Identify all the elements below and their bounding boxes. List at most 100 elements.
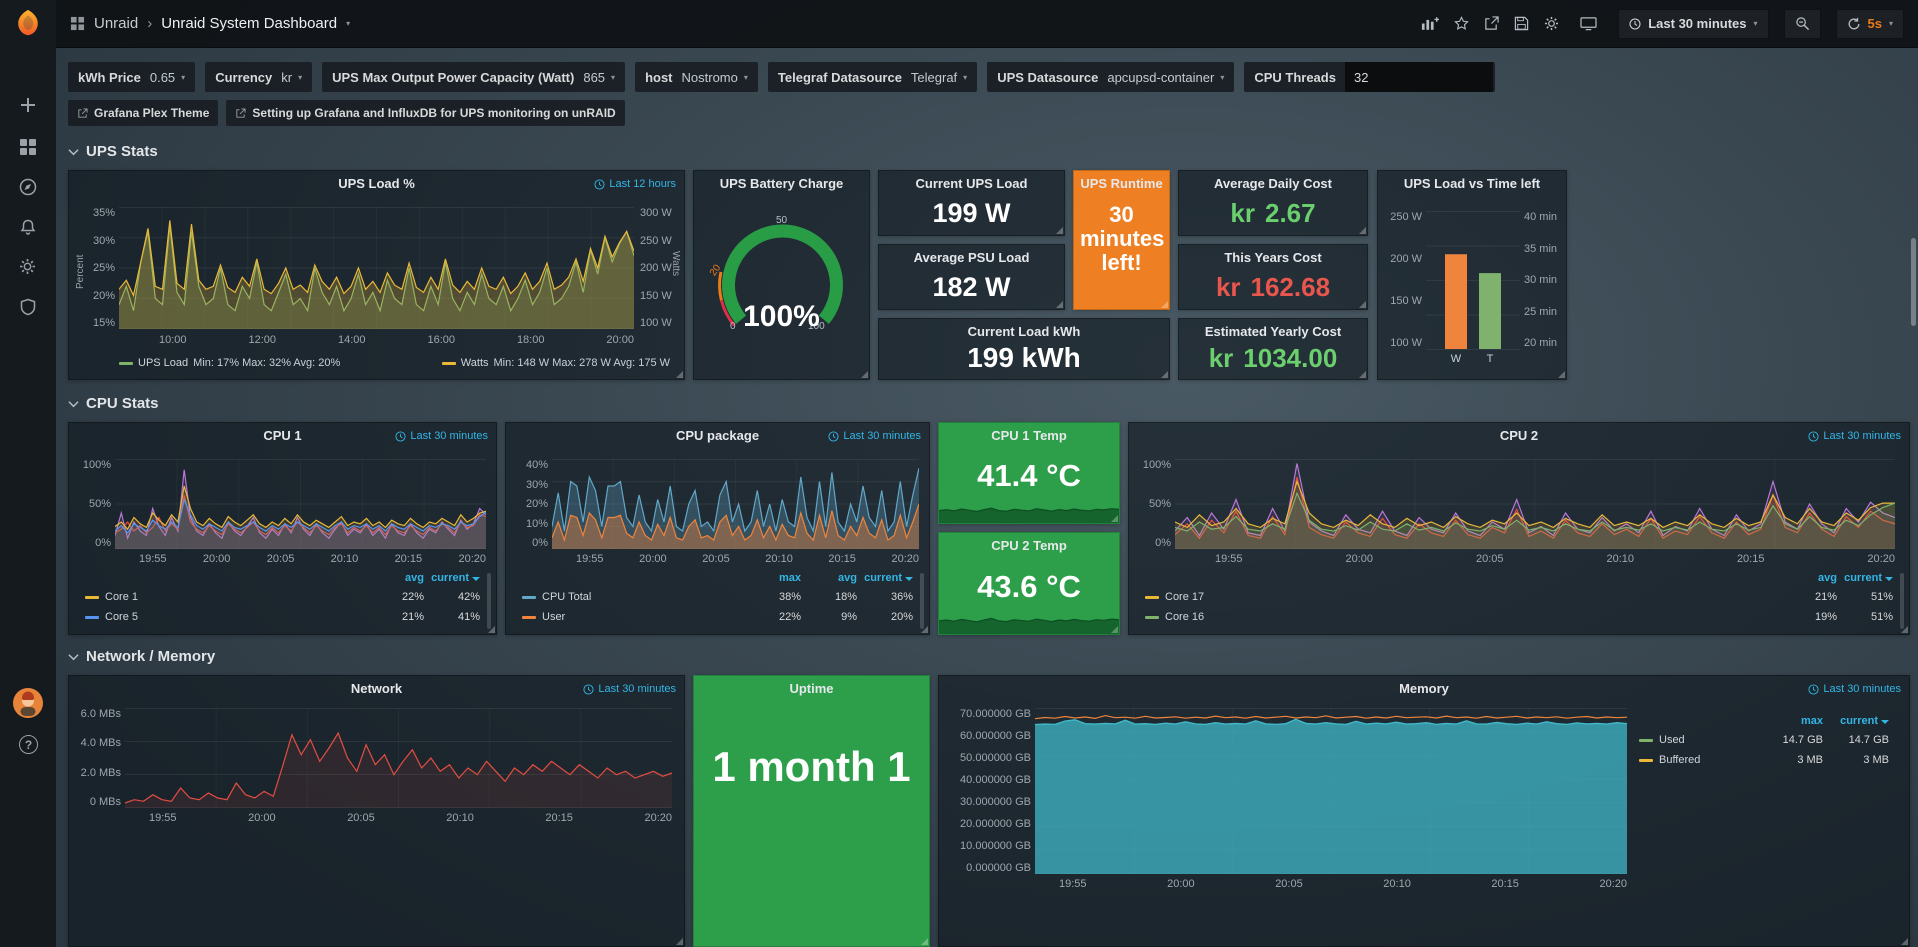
link-ups-monitoring-guide[interactable]: Setting up Grafana and InfluxDB for UPS … xyxy=(226,100,624,126)
legend-scrollbar[interactable] xyxy=(1900,573,1904,629)
legend-sort-max[interactable]: max xyxy=(1757,715,1823,727)
series-current: 42% xyxy=(424,591,480,603)
admin-shield-icon[interactable] xyxy=(19,298,37,316)
series-max: 14.7 GB xyxy=(1757,734,1823,746)
page-title[interactable]: Unraid System Dashboard xyxy=(161,15,337,32)
star-icon[interactable] xyxy=(1454,16,1469,31)
tv-mode-icon[interactable] xyxy=(1580,16,1597,31)
refresh-button[interactable]: 5s ▾ xyxy=(1836,9,1904,39)
variable-ups-datasource[interactable]: UPS Datasourceapcupsd-container▾ xyxy=(987,62,1234,92)
panel-title[interactable]: UPS Runtime xyxy=(1074,171,1169,197)
legend-sort-current[interactable]: current xyxy=(1837,572,1893,584)
series-name[interactable]: Watts xyxy=(461,357,489,369)
ups-load-chart[interactable] xyxy=(119,207,634,329)
series-color-dash xyxy=(1639,759,1653,762)
dashboards-icon[interactable] xyxy=(19,138,37,156)
x-tick: 20:05 xyxy=(1476,553,1504,565)
panel-title[interactable]: UPS Load % xyxy=(69,171,684,197)
y-axis-left: 40% 30% 20% 10% 0% xyxy=(518,459,548,549)
alerting-bell-icon[interactable] xyxy=(19,218,37,236)
variable-telegraf-datasource[interactable]: Telegraf DatasourceTelegraf▾ xyxy=(768,62,977,92)
series-name[interactable]: UPS Load xyxy=(138,357,188,369)
panel-title[interactable]: Average Daily Cost xyxy=(1179,171,1367,197)
x-tick: 18:00 xyxy=(517,334,545,346)
link-grafana-plex-theme[interactable]: Grafana Plex Theme xyxy=(68,100,218,126)
legend-sort-avg[interactable]: avg xyxy=(368,572,424,584)
add-panel-icon[interactable] xyxy=(1421,16,1439,31)
grafana-logo-icon[interactable] xyxy=(13,8,43,38)
row-header-ups-stats[interactable]: UPS Stats xyxy=(68,143,158,160)
series-name[interactable]: User xyxy=(542,611,745,623)
variable-value[interactable]: apcupsd-container xyxy=(1107,70,1214,85)
legend-sort-avg[interactable]: avg xyxy=(801,572,857,584)
series-name[interactable]: Core 17 xyxy=(1165,591,1781,603)
cpu-package-chart[interactable] xyxy=(552,459,919,549)
legend-scrollbar[interactable] xyxy=(920,573,924,629)
panel-title[interactable]: CPU 2 Temp xyxy=(939,533,1119,559)
legend-scrollbar[interactable] xyxy=(487,573,491,629)
series-name[interactable]: CPU Total xyxy=(542,591,745,603)
panel-title[interactable]: CPU 2 xyxy=(1129,423,1909,449)
panel-title[interactable]: Average PSU Load xyxy=(879,245,1064,271)
explore-compass-icon[interactable] xyxy=(19,178,37,196)
variable-value[interactable]: 0.65 xyxy=(150,70,175,85)
legend-sort-current[interactable]: current xyxy=(424,572,480,584)
panel-title[interactable]: Memory xyxy=(939,676,1909,702)
panel-time-text: Last 30 minutes xyxy=(1823,683,1901,695)
panel-title[interactable]: UPS Load vs Time left xyxy=(1378,171,1566,197)
cpu-threads-input[interactable]: 32 xyxy=(1345,62,1493,92)
legend-sort-avg[interactable]: avg xyxy=(1781,572,1837,584)
share-icon[interactable] xyxy=(1484,16,1499,31)
row-header-cpu-stats[interactable]: CPU Stats xyxy=(68,395,159,412)
variable-value[interactable]: kr xyxy=(281,70,292,85)
legend-sort-max[interactable]: max xyxy=(745,572,801,584)
variable-ups-max-output[interactable]: UPS Max Output Power Capacity (Watt)865▾ xyxy=(322,62,625,92)
breadcrumb-folder[interactable]: Unraid xyxy=(94,15,138,32)
panel-title[interactable]: Uptime xyxy=(694,676,929,702)
variable-currency[interactable]: Currencykr▾ xyxy=(205,62,312,92)
series-name[interactable]: Core 1 xyxy=(105,591,368,603)
series-max: 38% xyxy=(745,591,801,603)
memory-chart[interactable] xyxy=(1035,708,1627,874)
variable-host[interactable]: hostNostromo▾ xyxy=(635,62,758,92)
row-header-network-memory[interactable]: Network / Memory xyxy=(68,648,215,665)
load-vs-time-bar-chart[interactable]: WT xyxy=(1426,211,1520,365)
legend-header-row: avg current xyxy=(1145,569,1893,587)
panel-title[interactable]: CPU 1 Temp xyxy=(939,423,1119,449)
panel-title[interactable]: Current UPS Load xyxy=(879,171,1064,197)
legend-sort-current[interactable]: current xyxy=(857,572,913,584)
panel-title[interactable]: This Years Cost xyxy=(1179,245,1367,271)
series-name[interactable]: Buffered xyxy=(1659,754,1757,766)
y-tick: 100 W xyxy=(640,317,680,329)
variable-value[interactable]: Telegraf xyxy=(911,70,957,85)
series-name[interactable]: Core 5 xyxy=(105,611,368,623)
y-axis-left: 35% 30% 25% 20% 15% xyxy=(83,207,115,329)
series-name[interactable]: Used xyxy=(1659,734,1757,746)
variable-kwh-price[interactable]: kWh Price0.65▾ xyxy=(68,62,195,92)
create-plus-icon[interactable] xyxy=(19,96,37,114)
network-chart[interactable] xyxy=(125,708,672,808)
cpu1-chart[interactable] xyxy=(115,459,486,549)
panel-network: Network Last 30 minutes 6.0 MBs 4.0 MBs … xyxy=(68,675,685,947)
currency-prefix: kr xyxy=(1216,273,1241,301)
help-icon[interactable]: ? xyxy=(19,735,38,754)
user-avatar[interactable] xyxy=(13,688,43,718)
settings-gear-icon[interactable] xyxy=(1544,16,1559,31)
cpu2-chart[interactable] xyxy=(1175,459,1895,549)
series-current: 36% xyxy=(857,591,913,603)
title-caret-icon[interactable]: ▾ xyxy=(346,19,350,28)
series-color-dash xyxy=(1639,739,1653,742)
time-range-picker[interactable]: Last 30 minutes ▾ xyxy=(1618,9,1768,39)
dashboard-grid-icon[interactable] xyxy=(70,16,85,31)
zoom-out-button[interactable] xyxy=(1784,9,1821,39)
series-name[interactable]: Core 16 xyxy=(1165,611,1781,623)
variable-value[interactable]: 865 xyxy=(583,70,605,85)
panel-title[interactable]: UPS Battery Charge xyxy=(694,171,869,197)
page-scrollbar[interactable] xyxy=(1911,238,1916,326)
legend-sort-current[interactable]: current xyxy=(1823,715,1889,727)
save-icon[interactable] xyxy=(1514,16,1529,31)
configuration-gear-icon[interactable] xyxy=(19,258,36,275)
variable-value[interactable]: Nostromo xyxy=(682,70,738,85)
panel-title[interactable]: Estimated Yearly Cost xyxy=(1179,319,1367,345)
stat-value: 199 kWh xyxy=(879,343,1169,373)
